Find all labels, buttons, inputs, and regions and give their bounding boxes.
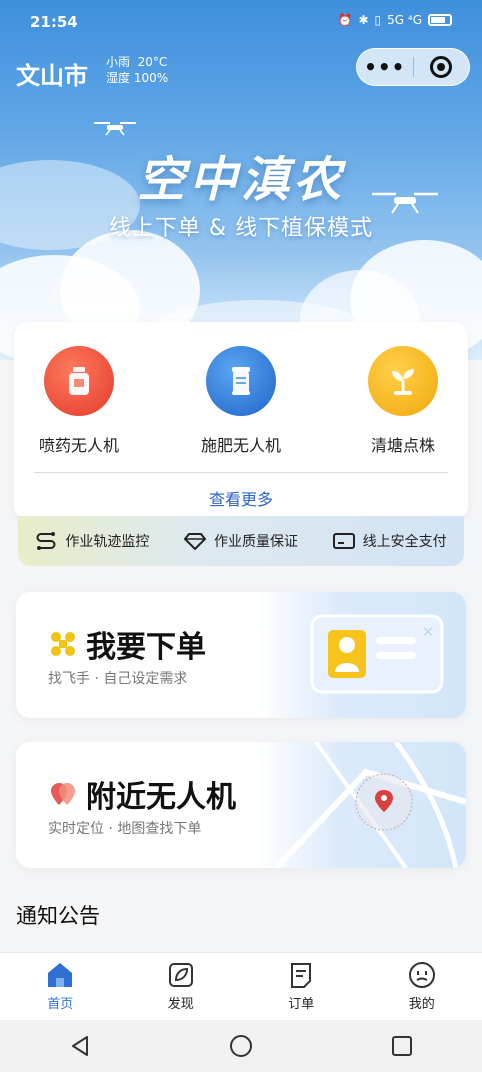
service-fertilizer-drone[interactable]: 施肥无人机 <box>176 346 306 456</box>
guarantee-item: 线上安全支付 <box>332 531 447 551</box>
discover-icon <box>168 963 193 987</box>
map-illustration <box>256 742 466 868</box>
status-icons: ⏰ ✱ ▯ 5G ⁴G <box>338 13 452 27</box>
tab-home[interactable]: 首页 <box>0 953 121 1020</box>
svg-text:×: × <box>422 624 434 640</box>
propeller-icon <box>51 632 75 656</box>
tab-profile[interactable]: 我的 <box>362 953 482 1020</box>
tab-label: 我的 <box>408 997 435 1012</box>
tab-label: 订单 <box>288 997 315 1012</box>
order-card-subtitle: 找飞手 · 自己设定需求 <box>48 671 188 687</box>
back-icon[interactable] <box>68 1034 92 1058</box>
tab-orders[interactable]: 订单 <box>241 953 362 1020</box>
close-button[interactable] <box>413 56 469 78</box>
guarantee-label: 作业质量保证 <box>213 534 298 550</box>
nearby-card-subtitle: 实时定位 · 地图查找下单 <box>48 821 202 837</box>
more-button[interactable]: ••• <box>357 55 413 79</box>
guarantee-label: 线上安全支付 <box>362 534 447 550</box>
fertilizer-icon <box>206 346 276 416</box>
tab-discover[interactable]: 发现 <box>121 953 242 1020</box>
weather-condition: 小雨 <box>106 55 131 69</box>
seedling-icon <box>368 346 438 416</box>
vibrate-icon: ▯ <box>374 13 382 27</box>
weather-temperature: 20°C <box>137 55 168 69</box>
location-pin-icon <box>51 783 75 805</box>
guarantee-item: 作业质量保证 <box>183 531 298 551</box>
system-nav-bar <box>0 1020 482 1072</box>
nearby-card-title: 附近无人机 <box>86 780 236 815</box>
recents-icon[interactable] <box>390 1034 414 1058</box>
diamond-icon <box>183 533 206 550</box>
bluetooth-icon: ✱ <box>358 13 369 27</box>
tab-label: 发现 <box>167 997 194 1012</box>
order-card-title: 我要下单 <box>86 630 206 665</box>
card-icon <box>332 533 355 549</box>
service-label: 喷药无人机 <box>38 436 119 455</box>
nearby-drone-card[interactable]: 附近无人机 实时定位 · 地图查找下单 <box>16 742 466 868</box>
weather-info: 小雨 20°C 湿度 100% <box>106 54 168 86</box>
guarantee-strip: 作业轨迹监控 作业质量保证 线上安全支付 <box>18 516 464 566</box>
order-card-title-row: 我要下单 <box>48 622 206 666</box>
status-bar: 21:54 ⏰ ✱ ▯ 5G ⁴G <box>0 0 482 44</box>
divider <box>34 472 448 473</box>
hero-subtitle: 线上下单 & 线下植保模式 <box>108 216 374 241</box>
signal-icon: 5G ⁴G <box>387 13 422 27</box>
notice-heading: 通知公告 <box>16 904 100 928</box>
alarm-icon: ⏰ <box>337 13 353 27</box>
guarantee-label: 作业轨迹监控 <box>65 534 150 550</box>
order-icon <box>291 963 312 988</box>
service-spray-drone[interactable]: 喷药无人机 <box>14 346 144 456</box>
weather-humidity: 湿度 100% <box>106 71 169 85</box>
nearby-card-title-row: 附近无人机 <box>48 772 236 816</box>
service-label: 施肥无人机 <box>200 436 281 455</box>
service-pond-planting[interactable]: 清塘点株 <box>338 346 468 456</box>
service-card: 喷药无人机 施肥无人机 清塘点株 查看更多 <box>14 322 468 520</box>
tab-bar: 首页 发现 订单 我的 <box>0 952 482 1020</box>
service-label: 清塘点株 <box>370 436 435 455</box>
view-more-link[interactable]: 查看更多 <box>14 486 468 510</box>
route-icon <box>36 532 56 550</box>
order-illustration: × <box>256 592 466 718</box>
order-card[interactable]: × 我要下单 找飞手 · 自己设定需求 <box>16 592 466 718</box>
spray-bottle-icon <box>44 346 114 416</box>
home-icon <box>48 963 73 987</box>
target-icon <box>430 56 453 78</box>
status-time: 21:54 <box>30 13 78 31</box>
drone-icon <box>94 122 136 136</box>
guarantee-item: 作业轨迹监控 <box>35 531 149 551</box>
mini-program-capsule: ••• <box>356 48 470 86</box>
hero-title: 空中滇农 <box>136 152 345 208</box>
battery-icon <box>428 14 452 26</box>
profile-icon <box>408 962 435 988</box>
home-circle-icon[interactable] <box>229 1034 253 1058</box>
city-name[interactable]: 文山市 <box>16 56 88 91</box>
tab-label: 首页 <box>47 997 74 1012</box>
